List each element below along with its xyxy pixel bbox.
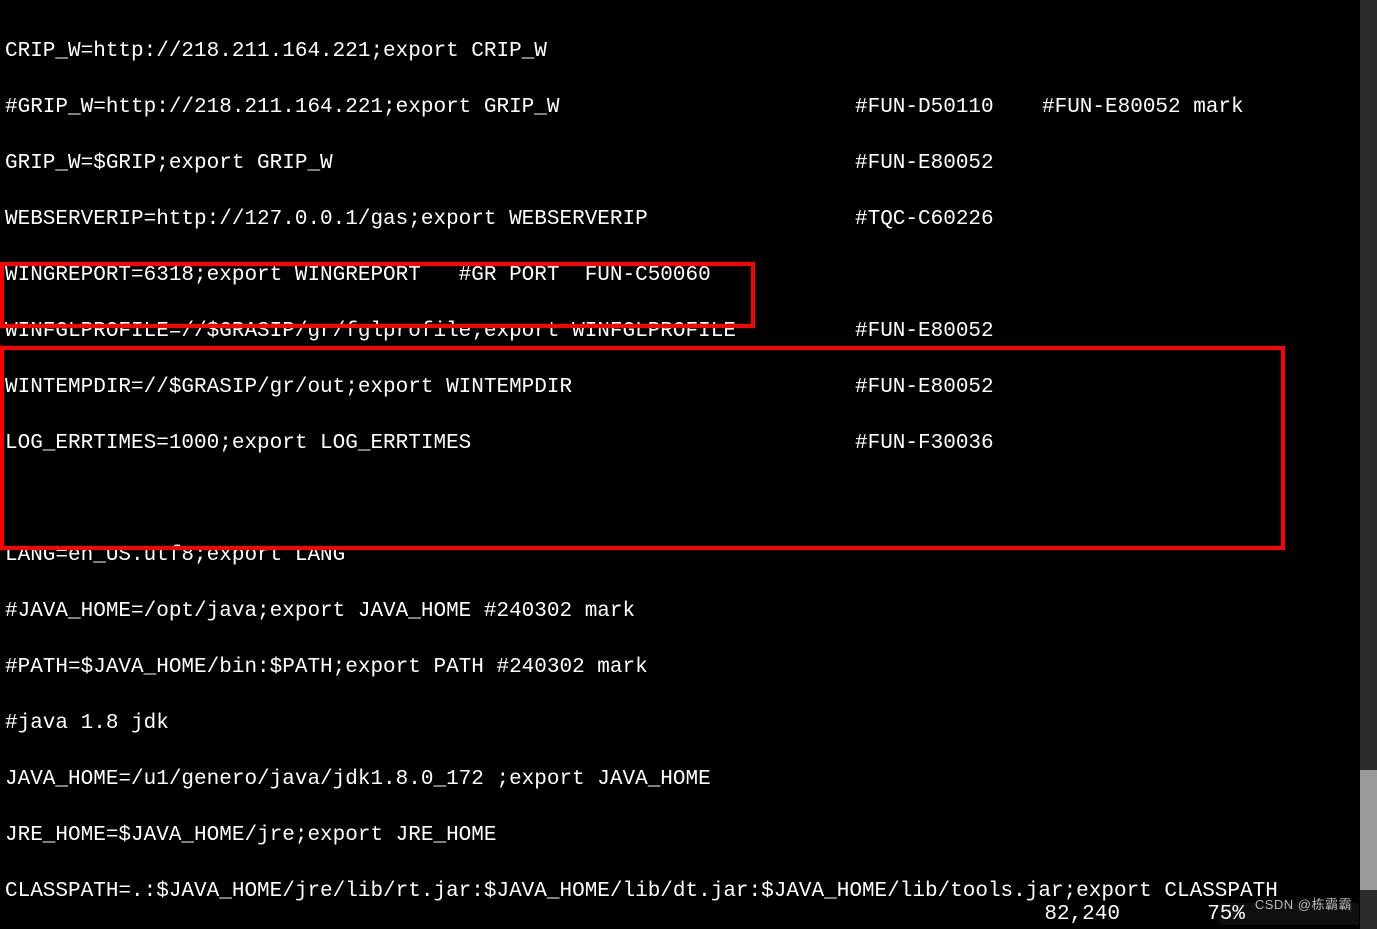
code-line: #java 1.8 jdk <box>5 710 1290 738</box>
tag-comment: #FUN-E80052 mark <box>1042 94 1244 122</box>
tag-comment: #FUN-E80052 <box>855 318 994 346</box>
code-line: LANG=en_US.utf8;export LANG <box>5 542 1290 570</box>
env-comment: #PATH=$JAVA_HOME/bin:$PATH;export PATH #… <box>5 656 648 679</box>
code-line: WINGREPORT=6318;export WINGREPORT #GR PO… <box>5 262 1290 290</box>
env-assignment: WINGREPORT=6318;export WINGREPORT #GR PO… <box>5 264 711 287</box>
code-line: WEBSERVERIP=http://127.0.0.1/gas;export … <box>5 206 1290 234</box>
code-line: JRE_HOME=$JAVA_HOME/jre;export JRE_HOME <box>5 822 1290 850</box>
code-line: #GRIP_W=http://218.211.164.221;export GR… <box>5 94 1290 122</box>
csdn-watermark: CSDN @栋霸霸 <box>1255 891 1352 919</box>
code-line: LOG_ERRTIMES=1000;export LOG_ERRTIMES #FU… <box>5 430 1290 458</box>
tag-comment: #FUN-E80052 <box>855 150 994 178</box>
code-line <box>5 486 1290 514</box>
env-assignment: CLASSPATH=.:$JAVA_HOME/jre/lib/rt.jar:$J… <box>5 880 1278 903</box>
env-assignment: LANG=en_US.utf8;export LANG <box>5 544 345 567</box>
env-assignment: WINTEMPDIR=//$GRASIP/gr/out;export WINTE… <box>5 376 572 399</box>
code-line: CRIP_W=http://218.211.164.221;export CRI… <box>5 38 1290 66</box>
code-line: JAVA_HOME=/u1/genero/java/jdk1.8.0_172 ;… <box>5 766 1290 794</box>
env-assignment: LOG_ERRTIMES=1000;export LOG_ERRTIMES <box>5 432 471 455</box>
env-comment: #java 1.8 jdk <box>5 712 169 735</box>
tag-comment: #TQC-C60226 <box>855 206 994 234</box>
code-line: GRIP_W=$GRIP;export GRIP_W #FUN-E80052 <box>5 150 1290 178</box>
scrollbar-thumb[interactable] <box>1360 770 1377 890</box>
env-assignment: JAVA_HOME=/u1/genero/java/jdk1.8.0_172 ;… <box>5 768 711 791</box>
cursor-position: 82,240 <box>1044 901 1120 929</box>
tag-comment: #FUN-E80052 <box>855 374 994 402</box>
tag-comment: #FUN-F30036 <box>855 430 994 458</box>
env-assignment: GRIP_W=$GRIP;export GRIP_W <box>5 152 333 175</box>
code-line: #JAVA_HOME=/opt/java;export JAVA_HOME #2… <box>5 598 1290 626</box>
scrollbar-track[interactable] <box>1360 0 1377 929</box>
env-comment: #JAVA_HOME=/opt/java;export JAVA_HOME #2… <box>5 600 635 623</box>
env-assignment: JRE_HOME=$JAVA_HOME/jre;export JRE_HOME <box>5 824 496 847</box>
env-assignment: WINFGLPROFILE=//$GRASIP/gr/fglprofile;ex… <box>5 320 736 343</box>
env-assignment: CRIP_W=http://218.211.164.221;export CRI… <box>5 40 547 63</box>
tag-comment: #FUN-D50110 <box>855 94 994 122</box>
code-line: #PATH=$JAVA_HOME/bin:$PATH;export PATH #… <box>5 654 1290 682</box>
env-comment: #GRIP_W=http://218.211.164.221;export GR… <box>5 96 560 119</box>
code-line: WINTEMPDIR=//$GRASIP/gr/out;export WINTE… <box>5 374 1290 402</box>
env-assignment: WEBSERVERIP=http://127.0.0.1/gas;export … <box>5 208 648 231</box>
editor-status-bar: 82,240 75% <box>0 901 1290 929</box>
code-line: WINFGLPROFILE=//$GRASIP/gr/fglprofile;ex… <box>5 318 1290 346</box>
terminal-viewport[interactable]: CRIP_W=http://218.211.164.221;export CRI… <box>0 0 1290 929</box>
